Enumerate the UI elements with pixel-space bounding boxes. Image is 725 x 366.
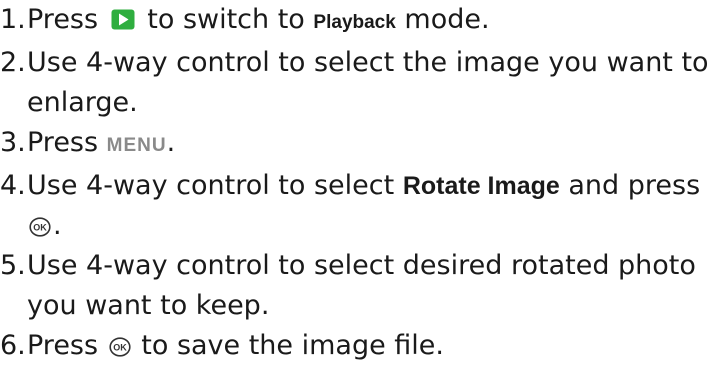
step-text: Press [27, 127, 99, 158]
playback-mode-label: Playback [313, 12, 396, 33]
svg-text:OK: OK [113, 343, 127, 353]
step-2: 2. Use 4-way control to select the image… [0, 43, 725, 123]
step-text: mode. [404, 4, 490, 35]
step-text-line: OK . [27, 206, 725, 246]
rotate-image-menu-item: Rotate Image [402, 172, 560, 200]
step-text: . [53, 210, 62, 241]
step-6: 6. Press OK to save the image file. [0, 326, 725, 366]
step-number: 4. [0, 170, 26, 201]
playback-button-icon [111, 9, 135, 30]
step-text: and press [568, 170, 701, 201]
step-text: Press [27, 330, 99, 361]
step-number: 1. [0, 4, 26, 35]
step-number: 6. [0, 330, 26, 361]
step-text-line: Use 4-way control to select the image yo… [27, 47, 709, 78]
step-1: 1. Press to switch to Playback mode. [0, 0, 725, 43]
step-text: . [166, 127, 176, 158]
instruction-steps: 1. Press to switch to Playback mode. 2. … [0, 0, 725, 366]
step-text: to switch to [147, 4, 305, 35]
step-text-line: you want to keep. [27, 290, 270, 321]
step-text-line: enlarge. [27, 87, 138, 118]
step-text: Press [27, 4, 99, 35]
ok-button-icon: OK [109, 337, 131, 357]
svg-text:OK: OK [33, 223, 47, 233]
step-text: to save the image file. [141, 330, 444, 361]
step-3: 3. Press MENU. [0, 123, 725, 166]
step-number: 3. [0, 127, 26, 158]
step-text-line: Use 4-way control to select desired rota… [27, 250, 696, 281]
step-number: 2. [0, 47, 26, 78]
menu-key-label: MENU [106, 135, 167, 156]
ok-button-icon: OK [29, 217, 51, 237]
step-text: Use 4-way control to select [27, 170, 395, 201]
step-number: 5. [0, 250, 26, 281]
step-5: 5. Use 4-way control to select desired r… [0, 246, 725, 326]
step-4: 4. Use 4-way control to select Rotate Im… [0, 166, 725, 246]
